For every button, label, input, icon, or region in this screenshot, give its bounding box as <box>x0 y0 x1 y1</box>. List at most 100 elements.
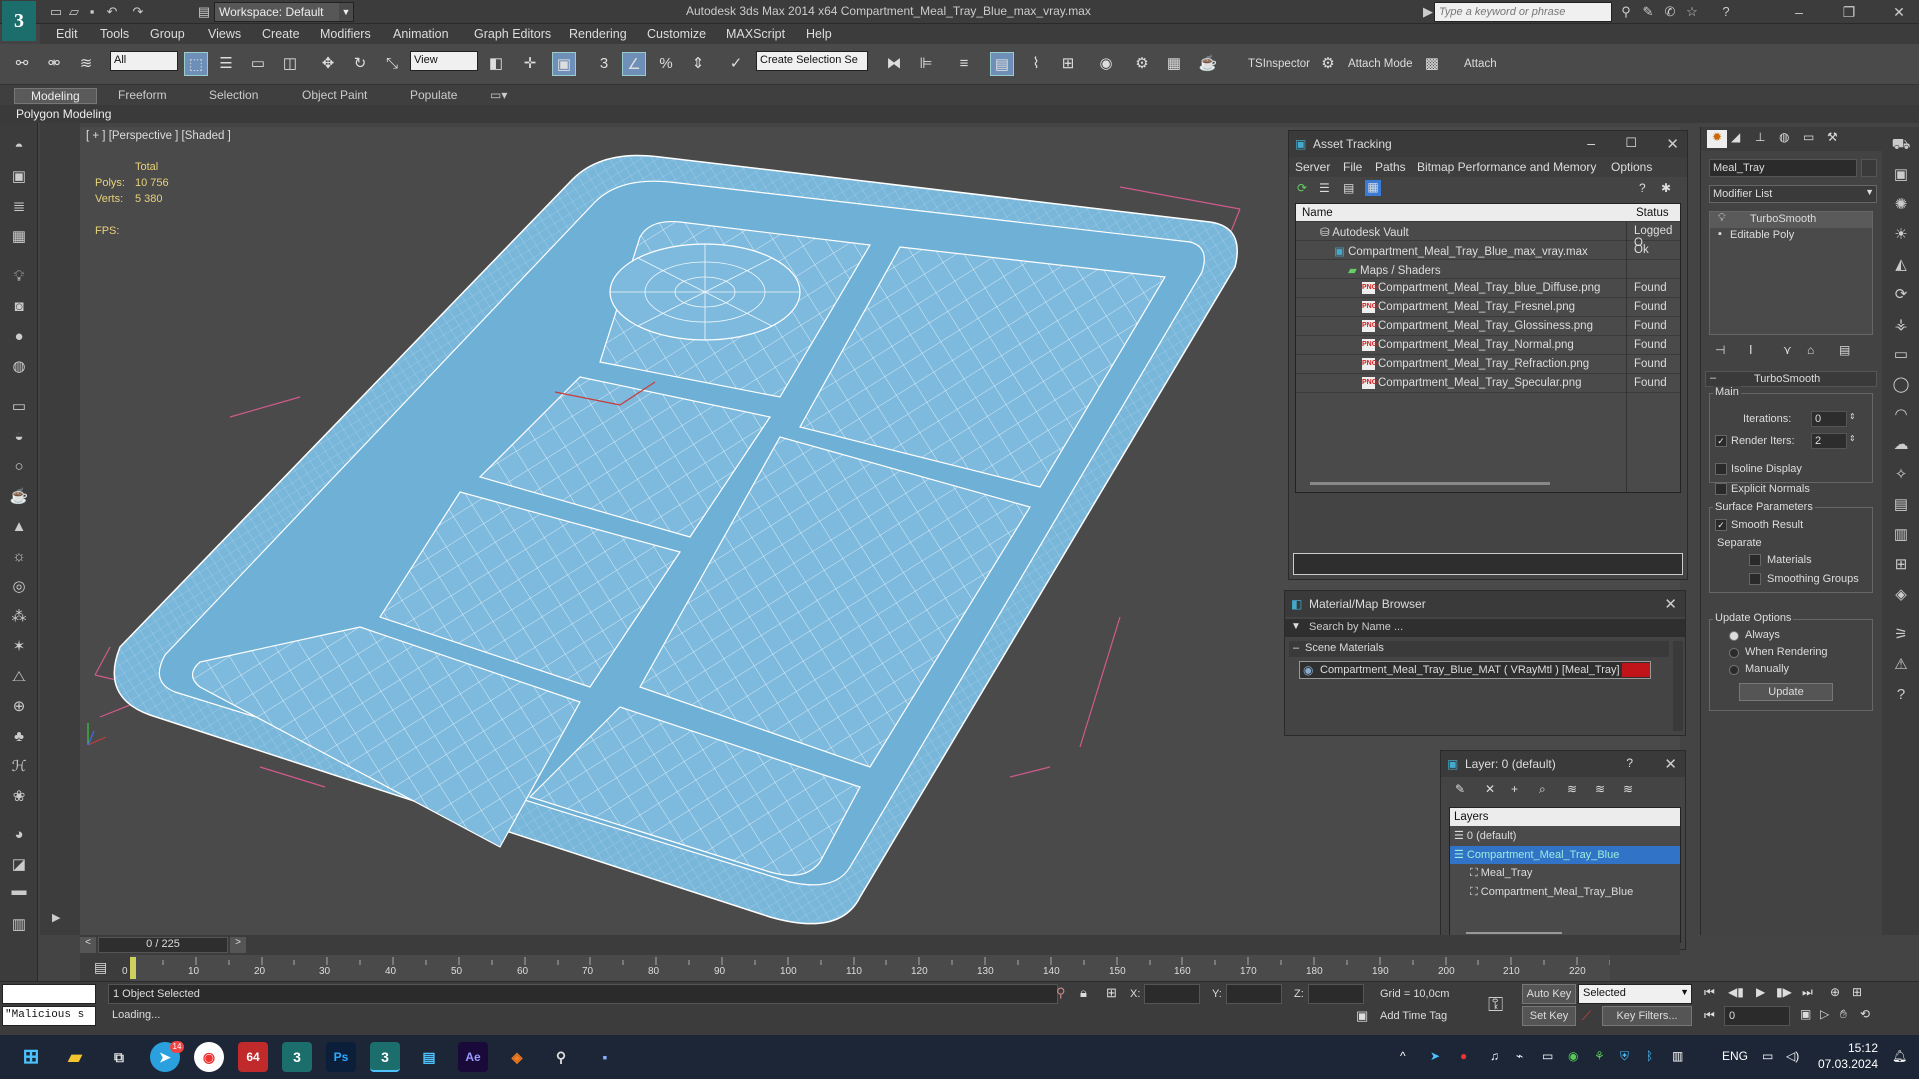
lock-selection-icon[interactable]: 🔒︎ <box>1080 985 1087 1001</box>
move-icon[interactable]: ✥ <box>316 52 340 76</box>
attach-mode-icon[interactable]: ⚙ <box>1316 52 1340 76</box>
table-scrollbar[interactable] <box>1310 482 1550 485</box>
3dsmax-2021-icon[interactable]: 3 <box>282 1042 312 1072</box>
menu-graph-editors[interactable]: Graph Editors <box>474 27 551 41</box>
vray-render-icon[interactable]: ⛟ <box>1889 133 1913 157</box>
vray-env-icon[interactable]: ◈ <box>1889 583 1913 607</box>
configure-sets-icon[interactable]: ▤ <box>1839 343 1850 357</box>
edit-named-selection-icon[interactable]: ✓ <box>724 52 748 76</box>
auto-key-button[interactable]: Auto Key <box>1522 984 1576 1004</box>
tray-headset-icon[interactable]: ♫ <box>1490 1049 1499 1063</box>
add-time-tag[interactable]: Add Time Tag <box>1380 1010 1447 1022</box>
render-iters-checkbox[interactable]: ✓ <box>1715 435 1727 447</box>
remove-modifier-icon[interactable]: ⌂ <box>1807 343 1814 357</box>
at-help-icon[interactable]: ? <box>1639 181 1646 195</box>
isolate-icon[interactable]: ⚲ <box>1056 985 1066 1001</box>
time-config-icon[interactable]: ▣ <box>1800 1007 1811 1021</box>
material-scrollbar[interactable] <box>1673 641 1683 731</box>
menu-edit[interactable]: Edit <box>56 27 78 41</box>
render-production-icon[interactable]: ☕ <box>1196 52 1220 76</box>
layer-scrollbar[interactable] <box>1466 932 1562 934</box>
mirror-icon[interactable]: ⧓ <box>882 52 906 76</box>
vray-sun-icon[interactable]: ☀ <box>1889 223 1913 247</box>
scale-icon[interactable]: ⤡ <box>380 52 404 76</box>
table-row[interactable]: ⛁ Autodesk Vault Logged O <box>1296 222 1680 249</box>
attach-mode-label[interactable]: Attach Mode <box>1348 58 1413 70</box>
clock-date[interactable]: 07.03.2024 <box>1812 1057 1878 1071</box>
close-icon[interactable]: ✕ <box>1664 755 1677 773</box>
menu-customize[interactable]: Customize <box>647 27 706 41</box>
hair-icon[interactable]: ℋ <box>7 755 31 779</box>
freeze-layers-icon[interactable]: ≋ <box>1623 782 1633 796</box>
orbit-icon[interactable]: ⟲ <box>1860 1007 1870 1021</box>
window-crossing-icon[interactable]: ◫ <box>278 52 302 76</box>
reference-coord-select[interactable]: View <box>410 51 478 71</box>
time-slider[interactable]: < 0 / 225 > <box>80 935 1680 955</box>
spinner-arrows-icon[interactable]: ⇕ <box>1849 412 1856 421</box>
tray-sound-card-icon[interactable]: ▥ <box>1672 1049 1683 1063</box>
pivot-center-icon[interactable]: ◧ <box>484 52 508 76</box>
object-color-swatch[interactable] <box>1861 159 1877 177</box>
vray-frame-icon[interactable]: ▣ <box>1889 163 1913 187</box>
ts-inspector-label[interactable]: TSInspector <box>1248 58 1310 70</box>
table-row[interactable]: PNGCompartment_Meal_Tray_Normal.png Found <box>1296 336 1680 355</box>
angle-snap-icon[interactable]: ∠ <box>622 52 646 76</box>
named-selection-set-select[interactable]: Create Selection Se <box>756 51 868 71</box>
at-menu-server[interactable]: Server <box>1295 160 1330 174</box>
default-in-out-icon[interactable]: ⟋ <box>1582 1008 1591 1024</box>
manually-radio[interactable] <box>1729 665 1739 675</box>
polygon-modeling-label[interactable]: Polygon Modeling <box>16 107 111 121</box>
field-of-view-icon[interactable]: ▷ <box>1820 1007 1829 1021</box>
menu-views[interactable]: Views <box>208 27 241 41</box>
table-row[interactable]: PNGCompartment_Meal_Tray_blue_Diffuse.pn… <box>1296 279 1680 298</box>
vray-sphere-icon[interactable]: ◯ <box>1889 373 1913 397</box>
at-settings-icon[interactable]: ✱ <box>1661 181 1671 195</box>
notepad-icon[interactable]: ▤ <box>414 1042 444 1072</box>
light-bulb-icon[interactable]: 💡︎ <box>7 265 31 289</box>
modify-tab-icon[interactable]: ◢ <box>1731 130 1740 144</box>
bind-space-warp-icon[interactable]: ≋ <box>74 52 98 76</box>
tray-record-icon[interactable]: ● <box>1460 1049 1467 1063</box>
asset-path-field[interactable] <box>1293 553 1683 575</box>
maximize-button[interactable]: ❐ <box>1834 2 1864 22</box>
schematic-view-icon[interactable]: ⊞ <box>1056 52 1080 76</box>
script-listener-input[interactable]: "Malicious s <box>2 1006 96 1026</box>
key-mode-dropdown[interactable]: Selected ▼ <box>1578 984 1692 1004</box>
iterations-spinner[interactable]: 0 <box>1811 411 1847 427</box>
explicit-normals-checkbox[interactable] <box>1715 483 1727 495</box>
current-frame-field[interactable]: 0 <box>1724 1006 1790 1026</box>
prev-frame-icon[interactable]: < <box>80 937 96 953</box>
scene-materials-group[interactable]: – Scene Materials <box>1289 641 1669 657</box>
photoshop-icon[interactable]: Ps <box>326 1042 356 1072</box>
tab-object-paint[interactable]: Object Paint <box>302 88 367 102</box>
keyword-search-input[interactable]: Type a keyword or phrase <box>1434 2 1612 22</box>
render-setup-icon[interactable]: ⚙ <box>1130 52 1154 76</box>
sphere-red-icon[interactable]: ◍ <box>7 355 31 379</box>
key-filters-button[interactable]: Key Filters... <box>1602 1006 1692 1026</box>
cone-icon[interactable]: ◒ <box>7 425 31 449</box>
vray-sky-icon[interactable]: ☁ <box>1889 433 1913 457</box>
go-to-end-icon[interactable]: ⏭ <box>1802 985 1813 1000</box>
plant-icon[interactable]: ♣ <box>7 725 31 749</box>
render-iters-spinner[interactable]: 2 <box>1811 433 1847 449</box>
vray-stereo-icon[interactable]: ▥ <box>1889 523 1913 547</box>
highlight-layer-icon[interactable]: ≋ <box>1567 782 1577 796</box>
language-indicator[interactable]: ENG <box>1722 1049 1748 1063</box>
close-icon[interactable]: ✕ <box>1664 595 1677 613</box>
viewport-label[interactable]: [ + ] [Perspective ] [Shaded ] <box>86 130 231 142</box>
col-status[interactable]: Status <box>1636 207 1669 219</box>
modifier-list-dropdown[interactable]: Modifier List ▼ <box>1709 185 1877 203</box>
app-logo[interactable]: 3 <box>2 1 36 41</box>
at-menu-file[interactable]: File <box>1343 160 1362 174</box>
vray-mesh-icon[interactable]: ◭ <box>1889 253 1913 277</box>
utilities-tab-icon[interactable]: ⚒ <box>1827 130 1838 144</box>
select-in-layer-icon[interactable]: ⌕ <box>1539 782 1546 797</box>
next-key-icon[interactable]: ▮▶ <box>1776 985 1792 999</box>
checker-icon[interactable]: ▩ <box>1420 52 1444 76</box>
close-icon[interactable]: ✕ <box>1666 135 1679 153</box>
workspace-dropdown[interactable]: Workspace: Default ▼ <box>214 2 354 22</box>
tab-modeling[interactable]: Modeling <box>14 88 97 104</box>
keyboard-shortcut-icon[interactable]: ▣ <box>552 52 576 76</box>
favorites-star-icon[interactable]: ☆ <box>1684 4 1700 20</box>
frame-counter[interactable]: 0 / 225 <box>98 937 228 953</box>
